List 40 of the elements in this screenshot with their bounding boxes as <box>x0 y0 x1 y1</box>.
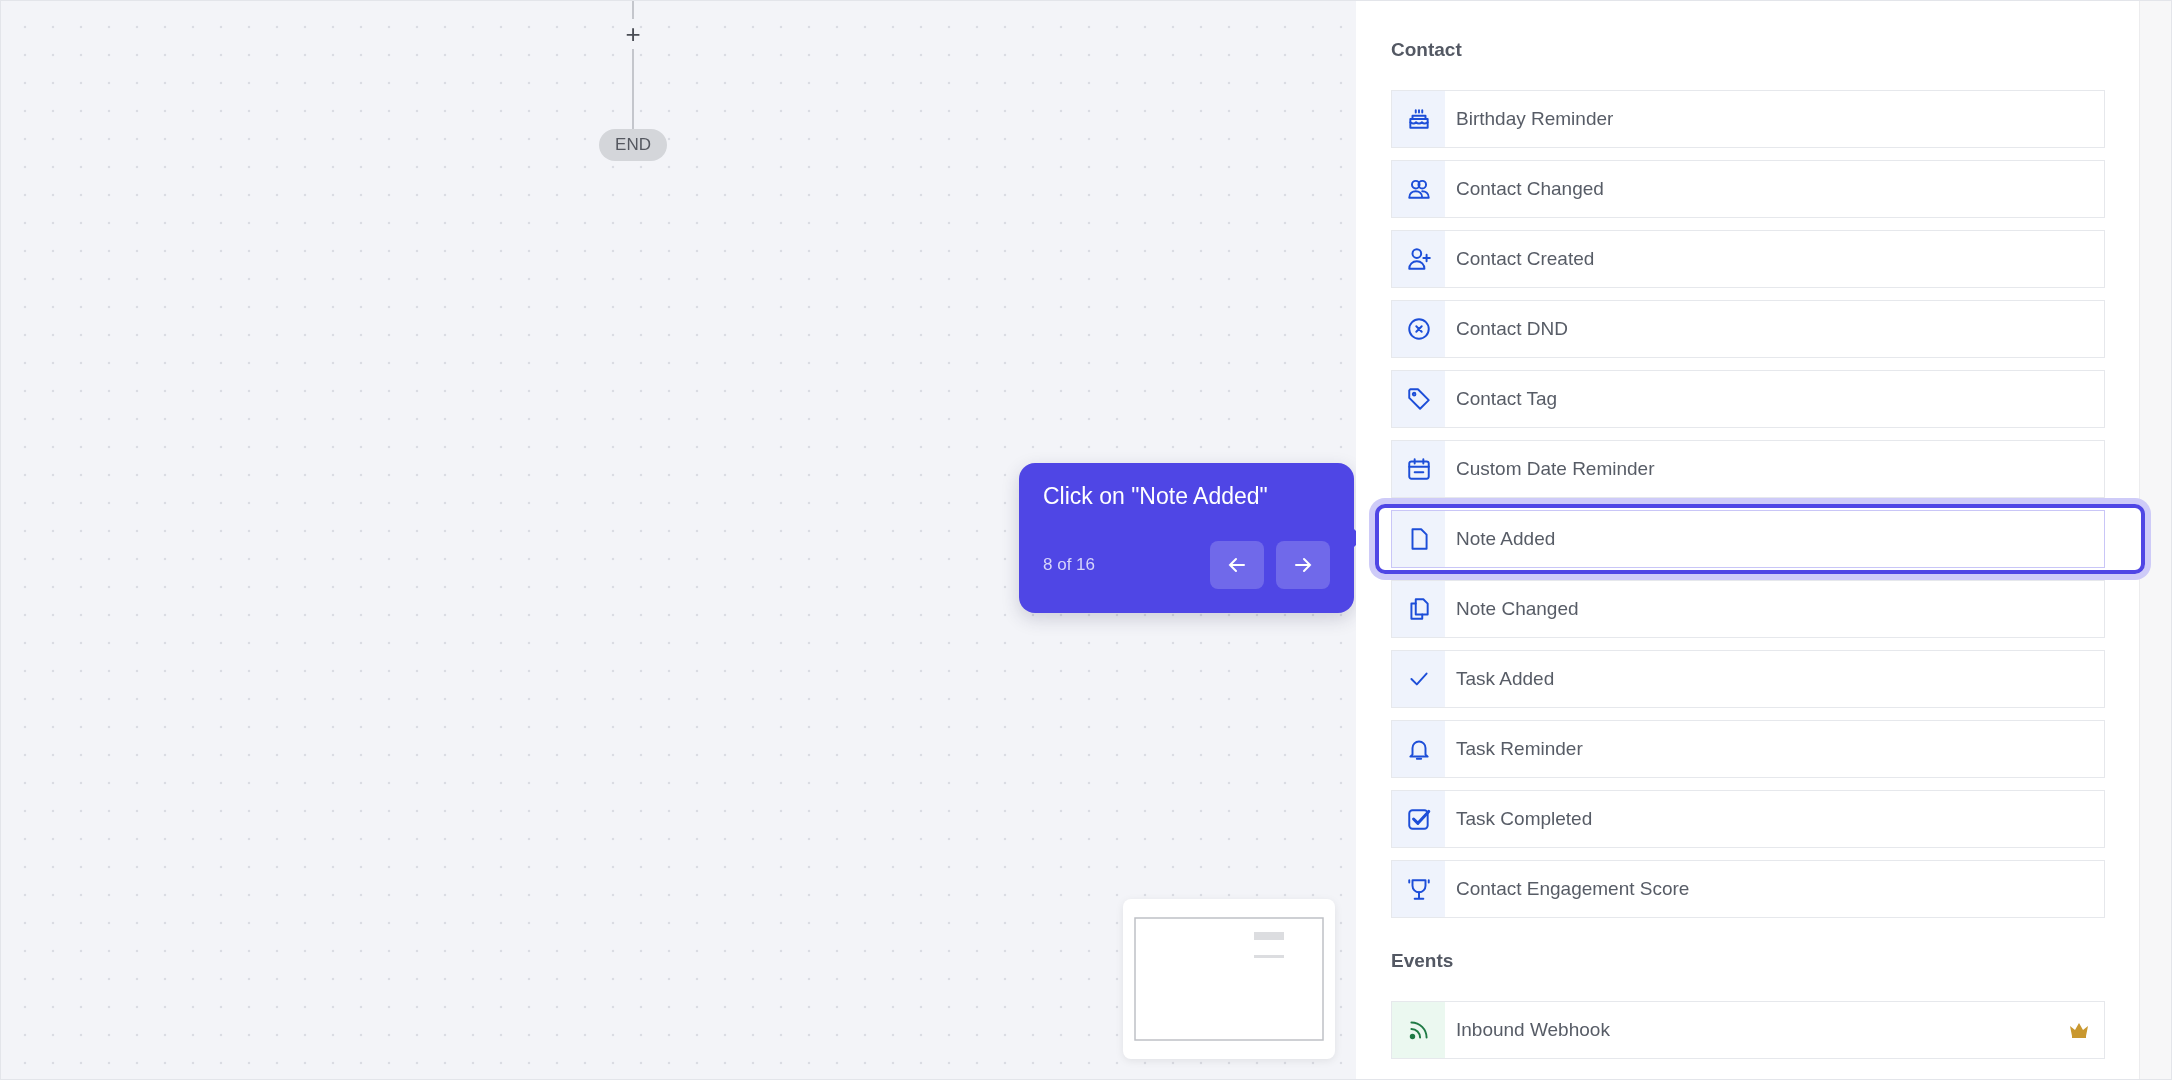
trigger-label: Contact Changed <box>1456 178 1605 200</box>
trigger-label: Birthday Reminder <box>1456 108 1615 130</box>
section-heading: Events <box>1391 950 1455 972</box>
trigger-item[interactable]: Inbound Webhook <box>1391 1001 2105 1059</box>
tag-icon <box>1405 386 1432 412</box>
trigger-item[interactable]: Note Changed <box>1391 580 2105 638</box>
tooltip-title: Click on "Note Added" <box>1043 483 1269 510</box>
trigger-item[interactable]: Custom Date Reminder <box>1391 440 2105 498</box>
next-button[interactable] <box>1276 541 1330 589</box>
section-heading: Contact <box>1391 39 1463 61</box>
trigger-label: Contact DND <box>1456 318 1569 340</box>
trigger-item[interactable]: Task Reminder <box>1391 720 2105 778</box>
trigger-label: Contact Created <box>1456 248 1596 270</box>
trigger-label: Note Added <box>1456 528 1557 550</box>
user-plus-icon <box>1405 246 1432 272</box>
add-step-button[interactable]: + <box>625 19 641 49</box>
trigger-label: Task Added <box>1456 668 1556 690</box>
trigger-label: Note Changed <box>1456 598 1580 620</box>
trigger-item[interactable]: Contact Created <box>1391 230 2105 288</box>
trigger-item[interactable]: Note Added <box>1391 510 2105 568</box>
trigger-label: Custom Date Reminder <box>1456 458 1656 480</box>
checkbox-icon <box>1405 806 1432 832</box>
trigger-label: Task Reminder <box>1456 738 1584 760</box>
trigger-item[interactable]: Task Added <box>1391 650 2105 708</box>
calendar-icon <box>1405 456 1432 482</box>
trigger-label: Contact Engagement Score <box>1456 878 1691 900</box>
trigger-label: Inbound Webhook <box>1456 1019 1611 1041</box>
previous-button[interactable] <box>1210 541 1264 589</box>
trigger-item[interactable]: Contact Engagement Score <box>1391 860 2105 918</box>
step-counter: 8 of 16 <box>1043 555 1095 575</box>
trigger-item[interactable]: Contact DND <box>1391 300 2105 358</box>
trigger-item[interactable]: Contact Changed <box>1391 160 2105 218</box>
trigger-item[interactable]: Task Completed <box>1391 790 2105 848</box>
end-node: END <box>599 129 667 161</box>
trigger-label: Contact Tag <box>1456 388 1559 410</box>
trigger-item[interactable]: Contact Tag <box>1391 370 2105 428</box>
trophy-icon <box>1405 876 1432 902</box>
x-circle-icon <box>1405 316 1432 342</box>
trigger-item[interactable]: Birthday Reminder <box>1391 90 2105 148</box>
trigger-label: Task Completed <box>1456 808 1594 830</box>
